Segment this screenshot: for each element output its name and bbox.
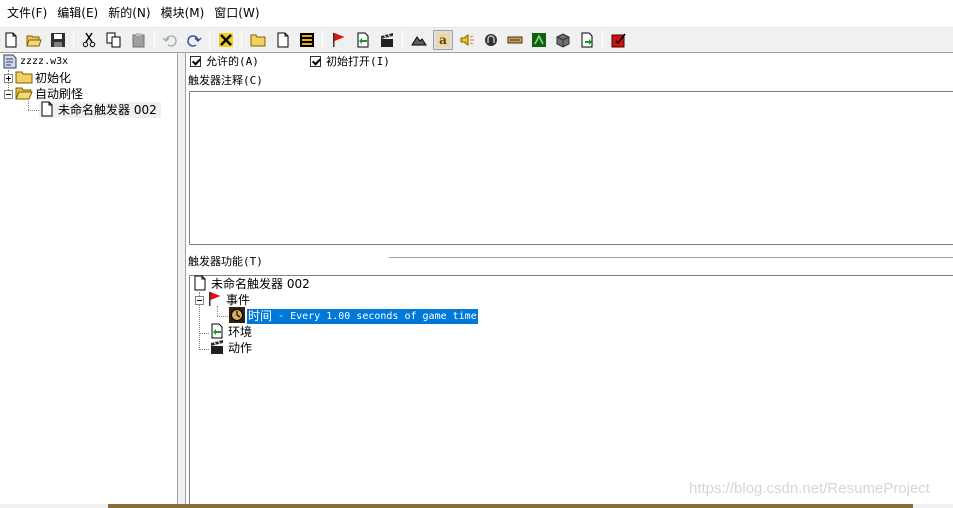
new-icon[interactable] (1, 30, 21, 50)
trigger-editor-icon[interactable]: a (433, 30, 453, 50)
toolbar-separator (209, 31, 210, 49)
trigger-name-label: 未命名触发器 002 (211, 277, 310, 291)
redo-icon[interactable] (184, 30, 204, 50)
expand-icon[interactable] (4, 73, 13, 83)
delete-icon[interactable] (216, 30, 236, 50)
tree-connector (199, 349, 209, 350)
section-divider (389, 257, 953, 259)
event-flag-icon[interactable] (329, 30, 349, 50)
trigger-icon (192, 275, 208, 294)
comment-textarea[interactable] (189, 91, 953, 245)
toolbar-separator (322, 31, 323, 49)
clock-icon (229, 306, 245, 326)
collapse-icon[interactable] (4, 89, 13, 99)
enabled-checkbox[interactable] (190, 55, 201, 67)
svg-text:a: a (439, 33, 447, 47)
functions-section: 触发器功能(T) (188, 253, 263, 269)
import-manager-icon[interactable] (577, 30, 597, 50)
menu-file[interactable]: 文件(F) (2, 0, 52, 27)
terrain-editor-icon[interactable] (409, 30, 429, 50)
campaign-editor-icon[interactable] (505, 30, 525, 50)
new-category-icon[interactable] (248, 30, 268, 50)
paste-icon[interactable] (129, 30, 149, 50)
enabled-checkbox-row[interactable]: 允许的(A) (190, 53, 259, 69)
action-icon[interactable] (377, 30, 397, 50)
initially-on-checkbox-row[interactable]: 初始打开(I) (310, 53, 390, 69)
actions-label: 动作 (228, 341, 253, 355)
condition-icon[interactable] (353, 30, 373, 50)
event-item-prefix: 时间 (248, 309, 273, 323)
sound-editor-icon[interactable] (457, 30, 477, 50)
open-folder-icon (15, 85, 33, 104)
tree-root[interactable]: zzzz.w3x (2, 54, 68, 70)
copy-icon[interactable] (104, 30, 124, 50)
functions-label: 触发器功能(T) (188, 255, 263, 268)
event-item-description: - Every 1.00 seconds of game time (272, 310, 477, 322)
menu-window[interactable]: 窗口(W) (209, 0, 264, 27)
save-icon[interactable] (48, 30, 68, 50)
event-item[interactable]: 时间 - Every 1.00 seconds of game time (229, 306, 478, 326)
menu-module[interactable]: 模块(M) (156, 0, 210, 27)
toolbar-separator (73, 31, 74, 49)
comment-label: 触发器注释(C) (188, 74, 263, 87)
initially-on-checkbox[interactable] (310, 55, 321, 67)
pane-splitter[interactable] (178, 53, 186, 504)
event-item-text[interactable]: 时间 - Every 1.00 seconds of game time (247, 308, 478, 324)
collapse-icon[interactable] (195, 295, 204, 305)
watermark: https://blog.csdn.net/ResumeProject (689, 480, 930, 497)
event-flag-icon (207, 291, 223, 310)
trigger-label: 未命名触发器 002 (58, 103, 157, 117)
conditions-label: 环境 (228, 325, 253, 339)
comment-section: 触发器注释(C) (188, 72, 263, 88)
object-editor-icon[interactable] (481, 30, 501, 50)
toolbar: a (0, 28, 953, 53)
trigger-tree-panel (0, 53, 178, 504)
tree-connector (199, 333, 209, 334)
background-window-edge (108, 504, 913, 508)
undo-icon[interactable] (160, 30, 180, 50)
trigger-icon (39, 101, 55, 120)
tree-connector (28, 110, 39, 111)
object-manager-icon[interactable] (553, 30, 573, 50)
enabled-label: 允许的(A) (206, 55, 259, 68)
test-map-icon[interactable] (609, 30, 629, 50)
new-comment-icon[interactable] (297, 30, 317, 50)
function-actions[interactable]: 动作 (209, 339, 253, 358)
toolbar-separator (602, 31, 603, 49)
action-icon (209, 339, 225, 358)
new-trigger-icon[interactable] (273, 30, 293, 50)
menu-edit[interactable]: 编辑(E) (52, 0, 103, 27)
category-label: 初始化 (35, 71, 72, 85)
toolbar-separator (241, 31, 242, 49)
toolbar-separator (154, 31, 155, 49)
open-icon[interactable] (24, 30, 44, 50)
initially-on-label: 初始打开(I) (326, 55, 390, 68)
cut-icon[interactable] (79, 30, 99, 50)
ai-editor-icon[interactable] (529, 30, 549, 50)
menu-bar: 文件(F) 编辑(E) 新的(N) 模块(M) 窗口(W) (0, 0, 953, 27)
tree-trigger-item[interactable]: 未命名触发器 002 (39, 101, 161, 120)
toolbar-separator (402, 31, 403, 49)
menu-new[interactable]: 新的(N) (103, 0, 155, 27)
tree-connector (217, 316, 228, 317)
